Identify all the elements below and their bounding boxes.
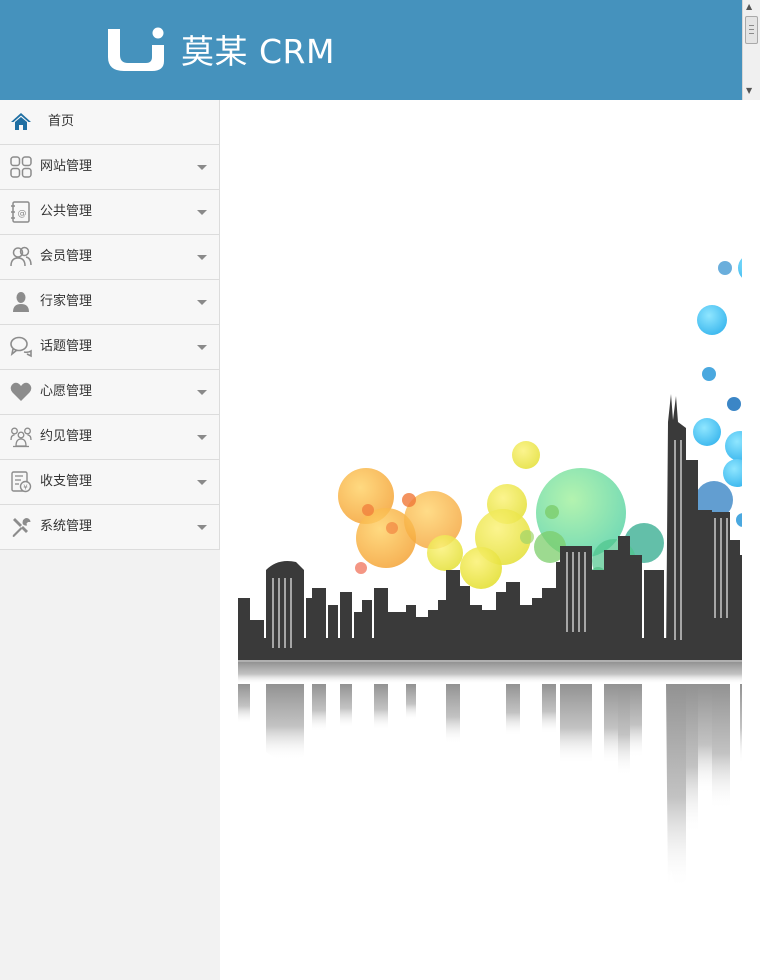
chevron-down-icon <box>197 255 207 260</box>
sidebar-item-experts[interactable]: 行家管理 <box>0 280 219 325</box>
sidebar-item-finance[interactable]: ¥ 收支管理 <box>0 460 219 505</box>
heart-icon <box>10 382 32 401</box>
sidebar-item-label: 约见管理 <box>40 429 93 444</box>
scroll-down-arrow-icon[interactable]: ▼ <box>746 87 752 95</box>
sidebar-item-public[interactable]: @ 公共管理 <box>0 190 219 235</box>
sidebar-item-topics[interactable]: 话题管理 <box>0 325 219 370</box>
svg-text:¥: ¥ <box>23 484 28 492</box>
chevron-down-icon <box>197 390 207 395</box>
sidebar-item-website[interactable]: 网站管理 <box>0 145 219 190</box>
chat-icon <box>10 336 32 358</box>
chevron-down-icon <box>197 345 207 350</box>
chevron-down-icon <box>197 525 207 530</box>
sidebar-item-label: 行家管理 <box>40 294 93 309</box>
sidebar-item-wishes[interactable]: 心愿管理 <box>0 370 219 415</box>
chevron-down-icon <box>197 435 207 440</box>
grid-icon <box>10 156 32 178</box>
sidebar-item-label: 收支管理 <box>40 474 93 489</box>
users-icon <box>10 246 32 267</box>
sidebar-item-label: 系统管理 <box>40 519 93 534</box>
ledger-icon: ¥ <box>11 471 32 493</box>
chevron-down-icon <box>197 210 207 215</box>
chevron-down-icon <box>197 300 207 305</box>
tools-icon <box>12 518 31 537</box>
app-title: 莫某 CRM <box>181 32 335 71</box>
sidebar-item-label: 首页 <box>48 114 75 129</box>
vertical-scrollbar[interactable]: ▲ ▼ <box>742 0 760 100</box>
chevron-down-icon <box>197 480 207 485</box>
address-book-icon: @ <box>11 201 30 223</box>
sidebar-item-meetings[interactable]: 约见管理 <box>0 415 219 460</box>
sidebar-item-label: 会员管理 <box>40 249 93 264</box>
sidebar-item-home[interactable]: 首页 <box>0 100 219 145</box>
meeting-icon <box>10 427 32 448</box>
top-header: 莫某 CRM <box>0 0 742 100</box>
logo-icon <box>108 27 164 71</box>
sidebar-menu: 首页 网站管理 @ 公共管理 会员管理 行家管理 话题管理 心愿管理 约见管理 … <box>0 100 220 550</box>
scroll-thumb[interactable] <box>745 16 758 44</box>
sidebar-item-label: 话题管理 <box>40 339 93 354</box>
chevron-down-icon <box>197 165 207 170</box>
sidebar-item-system[interactable]: 系统管理 <box>0 505 219 550</box>
user-icon <box>13 292 29 312</box>
scroll-up-arrow-icon[interactable]: ▲ <box>746 3 752 11</box>
sidebar-item-members[interactable]: 会员管理 <box>0 235 219 280</box>
sidebar-item-label: 公共管理 <box>40 204 93 219</box>
svg-text:@: @ <box>18 209 27 219</box>
main-content <box>220 100 742 980</box>
sidebar: 首页 网站管理 @ 公共管理 会员管理 行家管理 话题管理 心愿管理 约见管理 … <box>0 100 220 980</box>
city-skyline-illustration <box>238 258 742 890</box>
sidebar-item-label: 心愿管理 <box>40 384 93 399</box>
home-icon <box>11 113 31 130</box>
sidebar-item-label: 网站管理 <box>40 159 93 174</box>
